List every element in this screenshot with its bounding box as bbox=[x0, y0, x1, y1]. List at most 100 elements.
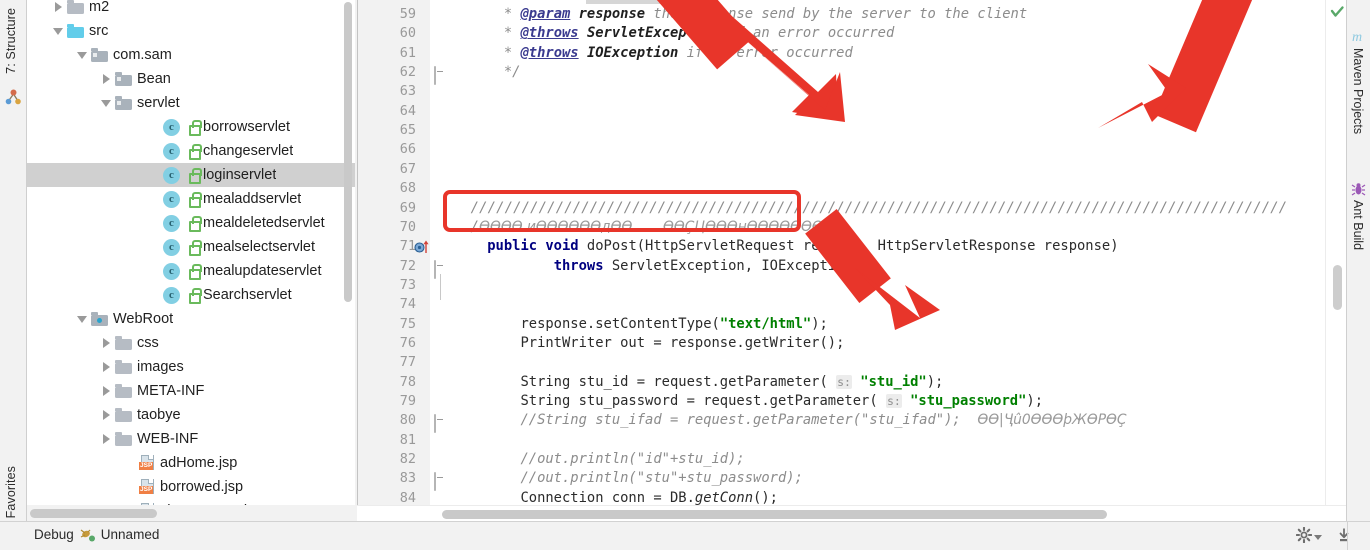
java-class-icon: c bbox=[163, 166, 180, 184]
java-class-icon: c bbox=[163, 142, 180, 160]
tree-item-borrowservlet[interactable]: c borrowservlet bbox=[27, 115, 355, 139]
code-line[interactable]: Connection conn = DB.getConn(); bbox=[454, 490, 778, 505]
code-line[interactable]: throws ServletException, IOException { bbox=[454, 258, 870, 274]
tree-item-label: loginservlet bbox=[203, 167, 277, 183]
tree-item-com-sam[interactable]: com.sam bbox=[27, 43, 355, 67]
tree-item-meta-inf[interactable]: META-INF bbox=[27, 379, 355, 403]
line-number: 69 bbox=[399, 199, 416, 216]
tree-item-bean[interactable]: Bean bbox=[27, 67, 355, 91]
scrollbar-thumb[interactable] bbox=[30, 509, 157, 518]
folder-icon bbox=[115, 408, 132, 422]
chevron-down-icon[interactable] bbox=[75, 47, 91, 63]
code-line[interactable]: ////////////////////////////////////////… bbox=[454, 200, 1287, 216]
tree-item-mealselectservlet[interactable]: c mealselectservlet bbox=[27, 235, 355, 259]
folder-icon bbox=[67, 0, 84, 14]
code-fold-marker[interactable] bbox=[434, 472, 447, 492]
toolwindow-button-favorites[interactable]: Favorites bbox=[4, 466, 18, 518]
chevron-right-icon[interactable] bbox=[99, 359, 115, 375]
chevron-down-icon[interactable] bbox=[75, 311, 91, 327]
tree-item-loginservlet[interactable]: c loginservlet bbox=[27, 163, 355, 187]
editor-code-area[interactable]: 59 * @param response the response send b… bbox=[358, 0, 1348, 505]
line-number: 70 bbox=[399, 218, 416, 235]
settings-gear-button[interactable] bbox=[1295, 526, 1322, 548]
editor-tab-remnant[interactable] bbox=[586, 0, 678, 4]
tree-item-icon bbox=[67, 24, 89, 38]
implements-method-marker-icon[interactable] bbox=[414, 240, 429, 254]
tree-item-icon: c bbox=[163, 238, 203, 256]
editor-vertical-scrollbar[interactable] bbox=[1333, 265, 1342, 310]
tree-item-m2[interactable]: m2 bbox=[27, 0, 355, 19]
tree-item-label: borrowed.jsp bbox=[160, 479, 244, 495]
chevron-right-icon[interactable] bbox=[99, 383, 115, 399]
chevron-right-icon[interactable] bbox=[99, 335, 115, 351]
tree-item-web-inf[interactable]: WEB-INF bbox=[27, 427, 355, 451]
line-number: 71 bbox=[399, 238, 416, 255]
project-tree-panel[interactable]: m2 src com.sam Bean servlet c borrowservlet c ch… bbox=[27, 0, 355, 505]
code-line[interactable]: /ӨӨӨӨ иӨӨӨӨӨӨдӨӨ ӨӨÇЦӨӨӨнӨӨӨӨӨӨӨӨ bbox=[454, 219, 834, 235]
tree-item-icon: c bbox=[163, 262, 203, 280]
tree-item-label: mealupdateservlet bbox=[203, 263, 322, 279]
line-number: 79 bbox=[399, 393, 416, 409]
editor-horizontal-scrollbar[interactable] bbox=[357, 505, 1347, 522]
tree-item-css[interactable]: css bbox=[27, 331, 355, 355]
scrollbar-thumb[interactable] bbox=[442, 510, 1107, 519]
code-line[interactable]: */ bbox=[454, 64, 521, 80]
code-line[interactable]: response.setContentType("text/html"); bbox=[454, 316, 827, 332]
java-class-icon: c bbox=[163, 286, 180, 304]
toolwindow-button-ant-build[interactable]: Ant Build bbox=[1351, 200, 1365, 250]
tree-item-mealaddservlet[interactable]: c mealaddservlet bbox=[27, 187, 355, 211]
code-fold-marker[interactable] bbox=[434, 259, 447, 279]
tree-item-taobye[interactable]: taobye bbox=[27, 403, 355, 427]
tree-item-src[interactable]: src bbox=[27, 19, 355, 43]
line-number: 59 bbox=[399, 6, 416, 22]
chevron-right-icon[interactable] bbox=[99, 431, 115, 447]
tree-item-icon: c bbox=[163, 214, 203, 232]
tree-item-adhome-jsp[interactable]: JSP adHome.jsp bbox=[27, 451, 355, 475]
right-toolwindow-strip: m Maven Projects Ant Build bbox=[1346, 0, 1370, 522]
tree-item-label: Bean bbox=[137, 71, 171, 87]
chevron-right-icon[interactable] bbox=[51, 0, 67, 15]
tree-item-searchservlet[interactable]: c Searchservlet bbox=[27, 283, 355, 307]
code-line[interactable]: String stu_password = request.getParamet… bbox=[454, 393, 1043, 409]
chevron-down-icon[interactable] bbox=[51, 23, 67, 39]
chevron-right-icon[interactable] bbox=[99, 71, 115, 87]
project-tree-horizontal-scrollbar[interactable] bbox=[27, 505, 357, 521]
tree-item-borrowed-jsp[interactable]: JSP borrowed.jsp bbox=[27, 475, 355, 499]
chevron-down-icon[interactable] bbox=[99, 95, 115, 111]
code-line[interactable]: * @throws ServletException if an error o… bbox=[454, 25, 894, 41]
tree-item-label: WebRoot bbox=[113, 311, 174, 327]
editor-marker-strip[interactable] bbox=[1325, 0, 1348, 505]
public-lock-icon bbox=[188, 144, 202, 160]
code-line[interactable]: String stu_id = request.getParameter( s:… bbox=[454, 374, 943, 390]
code-line[interactable]: //out.println("id"+stu_id); bbox=[454, 451, 744, 467]
toolwindow-button-maven-projects[interactable]: Maven Projects bbox=[1351, 48, 1365, 134]
code-line[interactable]: //out.println("stu"+stu_password); bbox=[454, 470, 802, 486]
code-fold-marker[interactable] bbox=[434, 66, 447, 86]
public-lock-icon bbox=[188, 240, 202, 256]
tree-item-changeservlet[interactable]: c changeservlet bbox=[27, 139, 355, 163]
chevron-right-icon[interactable] bbox=[99, 407, 115, 423]
tree-item-icon bbox=[115, 336, 137, 350]
tree-item-webroot[interactable]: WebRoot bbox=[27, 307, 355, 331]
tree-item-label: m2 bbox=[89, 0, 110, 15]
code-line[interactable]: * @param response the response send by t… bbox=[454, 6, 1027, 22]
tree-item-icon bbox=[115, 72, 137, 86]
toolwindow-button-structure[interactable]: 7: Structure bbox=[4, 8, 18, 74]
folder-icon bbox=[115, 432, 132, 446]
line-number: 73 bbox=[399, 276, 416, 293]
project-tree-vertical-scrollbar[interactable] bbox=[344, 2, 352, 302]
line-number: 84 bbox=[399, 489, 416, 505]
tree-item-servlet[interactable]: servlet bbox=[27, 91, 355, 115]
code-line[interactable]: public void doPost(HttpServletRequest re… bbox=[454, 238, 1118, 254]
run-config-name[interactable]: Unnamed bbox=[101, 527, 160, 542]
code-line[interactable]: //String stu_ifad = request.getParameter… bbox=[454, 412, 1126, 428]
code-line[interactable]: * @throws IOException if an error occurr… bbox=[454, 45, 853, 61]
code-fold-marker[interactable] bbox=[434, 414, 447, 434]
tree-item-images[interactable]: images bbox=[27, 355, 355, 379]
code-line[interactable]: PrintWriter out = response.getWriter(); bbox=[454, 335, 844, 351]
code-editor[interactable]: 59 * @param response the response send b… bbox=[357, 0, 1348, 505]
tree-item-mealdeletedservlet[interactable]: c mealdeletedservlet bbox=[27, 211, 355, 235]
tree-item-mealupdateservlet[interactable]: c mealupdateservlet bbox=[27, 259, 355, 283]
